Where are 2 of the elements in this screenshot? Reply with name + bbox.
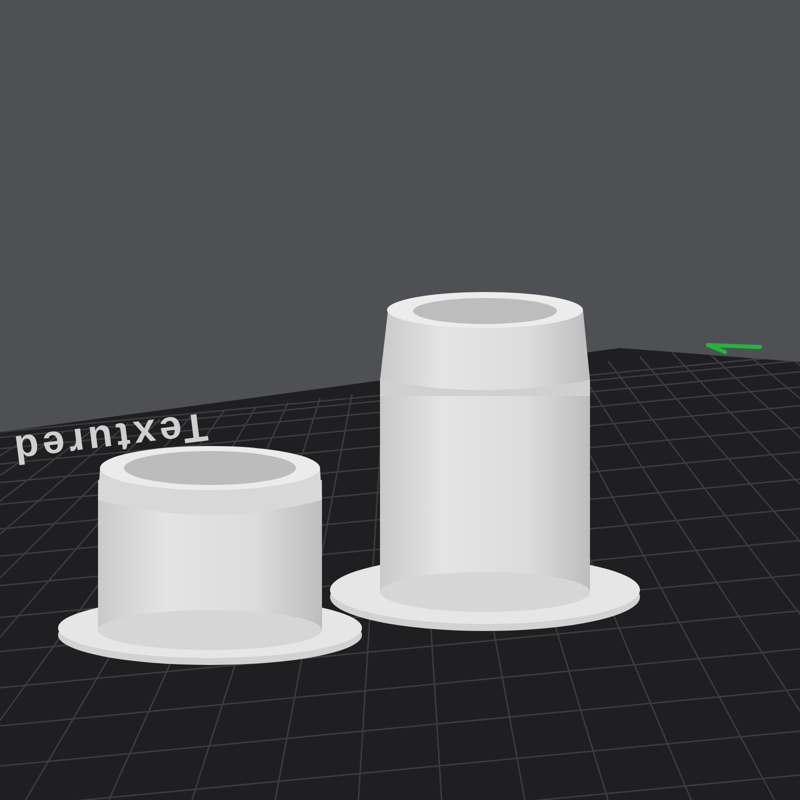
axis-arrow-icon: [706, 343, 762, 354]
bed-label: Textured: [7, 403, 211, 474]
